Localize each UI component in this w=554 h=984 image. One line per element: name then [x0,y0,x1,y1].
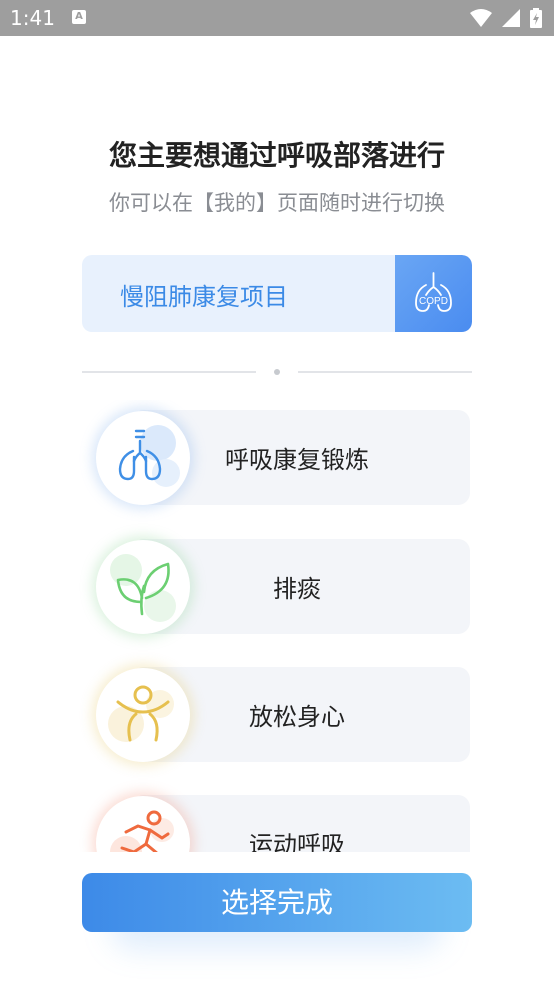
copd-lungs-icon: COPD [415,272,452,312]
copd-badge-text: COPD [419,296,448,307]
option-relax[interactable]: 放松身心 [82,667,470,762]
option-breathing-rehab[interactable]: 呼吸康复锻炼 [82,410,470,505]
page-subtitle: 你可以在【我的】页面随时进行切换 [109,191,445,215]
status-time: 1:41 [10,6,55,30]
copd-badge: COPD [395,255,472,332]
option-label: 运动呼吸 [249,831,345,852]
lungs-icon [118,425,180,487]
option-icon-circle [96,796,190,852]
running-person-icon [110,810,174,852]
goal-options-list[interactable]: 呼吸康复锻炼 排痰 放松身心 运动呼吸 [0,400,554,852]
relax-person-icon [108,685,174,742]
wifi-icon [469,9,492,27]
divider-dot [274,369,280,375]
page-title: 您主要想通过呼吸部落进行 [108,139,445,172]
leaf-icon [110,554,176,622]
project-label: 慢阻肺康复项目 [120,283,288,311]
option-label: 呼吸康复锻炼 [225,446,369,474]
option-icon-circle [96,668,190,762]
option-label: 放松身心 [249,703,345,731]
status-icons [466,8,542,28]
confirm-selection-button[interactable]: 选择完成 [82,873,472,932]
divider-left [82,371,256,373]
option-label: 排痰 [273,575,321,603]
notification-a-icon: A [72,10,86,24]
status-bar: 1:41 A [0,0,554,36]
project-card-copd[interactable]: 慢阻肺康复项目 COPD [82,255,472,332]
signal-icon [501,9,520,27]
battery-icon [530,8,542,28]
option-icon-circle [96,540,190,634]
divider-right [298,371,472,373]
option-exercise-breathing[interactable]: 运动呼吸 [82,795,470,852]
option-icon-circle [96,411,190,505]
option-sputum[interactable]: 排痰 [82,539,470,634]
